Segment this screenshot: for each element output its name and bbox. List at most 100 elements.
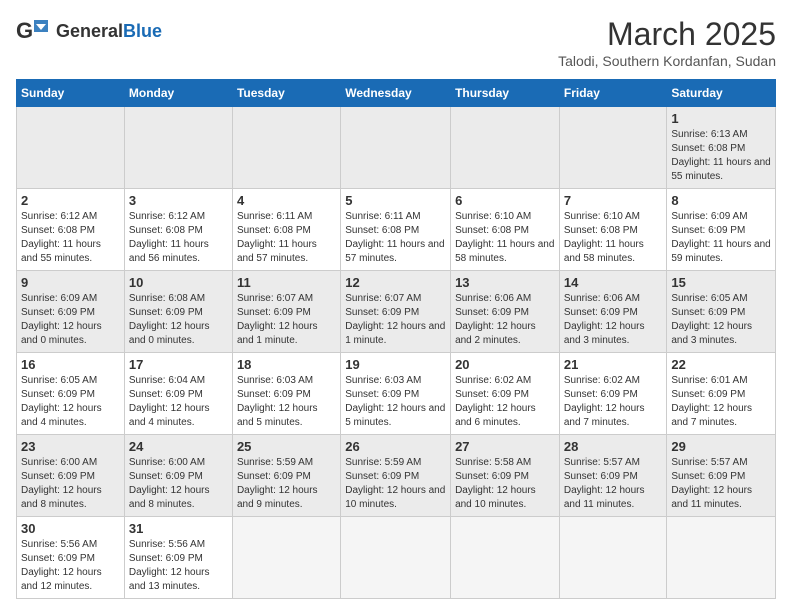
calendar-cell: 22 Sunrise: 6:01 AM Sunset: 6:09 PM Dayli…	[667, 353, 776, 435]
calendar-cell: 12 Sunrise: 6:07 AM Sunset: 6:09 PM Dayli…	[341, 271, 451, 353]
day-info: Sunrise: 6:09 AM Sunset: 6:09 PM Dayligh…	[671, 210, 771, 266]
calendar-cell	[451, 107, 560, 189]
calendar-week-row: 1Sunrise: 6:13 AM Sunset: 6:08 PM Daylig…	[17, 107, 776, 189]
calendar-header-tuesday: Tuesday	[232, 80, 340, 107]
day-info: Sunrise: 5:59 AM Sunset: 6:09 PM Dayligh…	[345, 456, 446, 512]
day-info: Sunrise: 6:04 AM Sunset: 6:09 PM Dayligh…	[129, 374, 228, 430]
day-info: Sunrise: 6:10 AM Sunset: 6:08 PM Dayligh…	[564, 210, 663, 266]
day-number: 11	[237, 275, 336, 290]
calendar-header-row: SundayMondayTuesdayWednesdayThursdayFrid…	[17, 80, 776, 107]
calendar-cell: 18 Sunrise: 6:03 AM Sunset: 6:09 PM Dayli…	[232, 353, 340, 435]
calendar-cell: 24Sunrise: 6:00 AM Sunset: 6:09 PM Dayli…	[124, 435, 232, 517]
calendar-header-saturday: Saturday	[667, 80, 776, 107]
calendar-week-row: 30 Sunrise: 5:56 AM Sunset: 6:09 PM Dayli…	[17, 517, 776, 599]
calendar-cell: 28 Sunrise: 5:57 AM Sunset: 6:09 PM Dayli…	[559, 435, 667, 517]
calendar-cell: 20Sunrise: 6:02 AM Sunset: 6:09 PM Dayli…	[451, 353, 560, 435]
day-info: Sunrise: 6:07 AM Sunset: 6:09 PM Dayligh…	[345, 292, 446, 348]
calendar-cell: 30Sunrise: 5:56 AM Sunset: 6:09 PM Dayli…	[17, 517, 125, 599]
day-info: Sunrise: 6:05 AM Sunset: 6:09 PM Dayligh…	[671, 292, 771, 348]
calendar-header-sunday: Sunday	[17, 80, 125, 107]
day-info: Sunrise: 6:03 AM Sunset: 6:09 PM Dayligh…	[237, 374, 336, 430]
calendar-cell: 19 Sunrise: 6:03 AM Sunset: 6:09 PM Dayli…	[341, 353, 451, 435]
day-info: Sunrise: 6:02 AM Sunset: 6:09 PM Dayligh…	[455, 374, 555, 430]
day-number: 30	[21, 521, 120, 536]
title-block: March 2025 Talodi, Southern Kordanfan, S…	[558, 16, 776, 69]
calendar-cell: 3Sunrise: 6:12 AM Sunset: 6:08 PM Daylig…	[124, 189, 232, 271]
calendar-cell: 8 Sunrise: 6:09 AM Sunset: 6:09 PM Daylig…	[667, 189, 776, 271]
calendar-cell: 14 Sunrise: 6:06 AM Sunset: 6:09 PM Dayli…	[559, 271, 667, 353]
calendar: SundayMondayTuesdayWednesdayThursdayFrid…	[16, 79, 776, 599]
calendar-cell: 25 Sunrise: 5:59 AM Sunset: 6:09 PM Dayli…	[232, 435, 340, 517]
day-number: 12	[345, 275, 446, 290]
day-info: Sunrise: 6:06 AM Sunset: 6:09 PM Dayligh…	[455, 292, 555, 348]
calendar-cell	[559, 517, 667, 599]
day-number: 10	[129, 275, 228, 290]
day-number: 16	[21, 357, 120, 372]
day-number: 28	[564, 439, 663, 454]
calendar-cell: 6 Sunrise: 6:10 AM Sunset: 6:08 PM Daylig…	[451, 189, 560, 271]
day-info: Sunrise: 6:10 AM Sunset: 6:08 PM Dayligh…	[455, 210, 555, 266]
day-number: 29	[671, 439, 771, 454]
day-number: 4	[237, 193, 336, 208]
calendar-cell	[341, 517, 451, 599]
day-number: 14	[564, 275, 663, 290]
day-info: Sunrise: 6:11 AM Sunset: 6:08 PM Dayligh…	[237, 210, 336, 266]
calendar-cell: 1Sunrise: 6:13 AM Sunset: 6:08 PM Daylig…	[667, 107, 776, 189]
day-info: Sunrise: 6:09 AM Sunset: 6:09 PM Dayligh…	[21, 292, 120, 348]
day-number: 19	[345, 357, 446, 372]
calendar-header-monday: Monday	[124, 80, 232, 107]
day-number: 2	[21, 193, 120, 208]
day-number: 27	[455, 439, 555, 454]
calendar-cell	[451, 517, 560, 599]
day-info: Sunrise: 6:11 AM Sunset: 6:08 PM Dayligh…	[345, 210, 446, 266]
calendar-cell	[124, 107, 232, 189]
day-number: 22	[671, 357, 771, 372]
calendar-cell: 5Sunrise: 6:11 AM Sunset: 6:08 PM Daylig…	[341, 189, 451, 271]
calendar-cell	[559, 107, 667, 189]
header: G GeneralBlue March 2025 Talodi, Souther…	[16, 16, 776, 69]
day-info: Sunrise: 5:59 AM Sunset: 6:09 PM Dayligh…	[237, 456, 336, 512]
day-info: Sunrise: 6:01 AM Sunset: 6:09 PM Dayligh…	[671, 374, 771, 430]
day-number: 21	[564, 357, 663, 372]
calendar-cell	[341, 107, 451, 189]
day-info: Sunrise: 6:00 AM Sunset: 6:09 PM Dayligh…	[129, 456, 228, 512]
calendar-cell: 10 Sunrise: 6:08 AM Sunset: 6:09 PM Dayli…	[124, 271, 232, 353]
day-info: Sunrise: 5:56 AM Sunset: 6:09 PM Dayligh…	[129, 538, 228, 594]
calendar-cell: 13 Sunrise: 6:06 AM Sunset: 6:09 PM Dayli…	[451, 271, 560, 353]
day-number: 18	[237, 357, 336, 372]
calendar-header-friday: Friday	[559, 80, 667, 107]
day-number: 23	[21, 439, 120, 454]
calendar-cell: 23 Sunrise: 6:00 AM Sunset: 6:09 PM Dayli…	[17, 435, 125, 517]
calendar-header-thursday: Thursday	[451, 80, 560, 107]
logo: G GeneralBlue	[16, 16, 162, 46]
logo-icon: G	[16, 16, 52, 46]
day-number: 13	[455, 275, 555, 290]
calendar-cell: 26Sunrise: 5:59 AM Sunset: 6:09 PM Dayli…	[341, 435, 451, 517]
day-number: 25	[237, 439, 336, 454]
day-number: 9	[21, 275, 120, 290]
calendar-cell: 4 Sunrise: 6:11 AM Sunset: 6:08 PM Daylig…	[232, 189, 340, 271]
calendar-week-row: 2Sunrise: 6:12 AM Sunset: 6:08 PM Daylig…	[17, 189, 776, 271]
day-number: 17	[129, 357, 228, 372]
calendar-cell: 17 Sunrise: 6:04 AM Sunset: 6:09 PM Dayli…	[124, 353, 232, 435]
day-info: Sunrise: 6:06 AM Sunset: 6:09 PM Dayligh…	[564, 292, 663, 348]
calendar-cell	[667, 517, 776, 599]
day-number: 3	[129, 193, 228, 208]
calendar-cell	[232, 517, 340, 599]
calendar-cell: 27Sunrise: 5:58 AM Sunset: 6:09 PM Dayli…	[451, 435, 560, 517]
day-info: Sunrise: 5:57 AM Sunset: 6:09 PM Dayligh…	[564, 456, 663, 512]
calendar-cell	[17, 107, 125, 189]
day-number: 1	[671, 111, 771, 126]
day-number: 6	[455, 193, 555, 208]
day-info: Sunrise: 5:57 AM Sunset: 6:09 PM Dayligh…	[671, 456, 771, 512]
day-info: Sunrise: 6:03 AM Sunset: 6:09 PM Dayligh…	[345, 374, 446, 430]
calendar-week-row: 16Sunrise: 6:05 AM Sunset: 6:09 PM Dayli…	[17, 353, 776, 435]
calendar-cell: 21Sunrise: 6:02 AM Sunset: 6:09 PM Dayli…	[559, 353, 667, 435]
day-number: 8	[671, 193, 771, 208]
day-info: Sunrise: 6:07 AM Sunset: 6:09 PM Dayligh…	[237, 292, 336, 348]
day-info: Sunrise: 6:00 AM Sunset: 6:09 PM Dayligh…	[21, 456, 120, 512]
calendar-cell: 2Sunrise: 6:12 AM Sunset: 6:08 PM Daylig…	[17, 189, 125, 271]
day-info: Sunrise: 6:08 AM Sunset: 6:09 PM Dayligh…	[129, 292, 228, 348]
calendar-header-wednesday: Wednesday	[341, 80, 451, 107]
logo-text: GeneralBlue	[56, 21, 162, 42]
